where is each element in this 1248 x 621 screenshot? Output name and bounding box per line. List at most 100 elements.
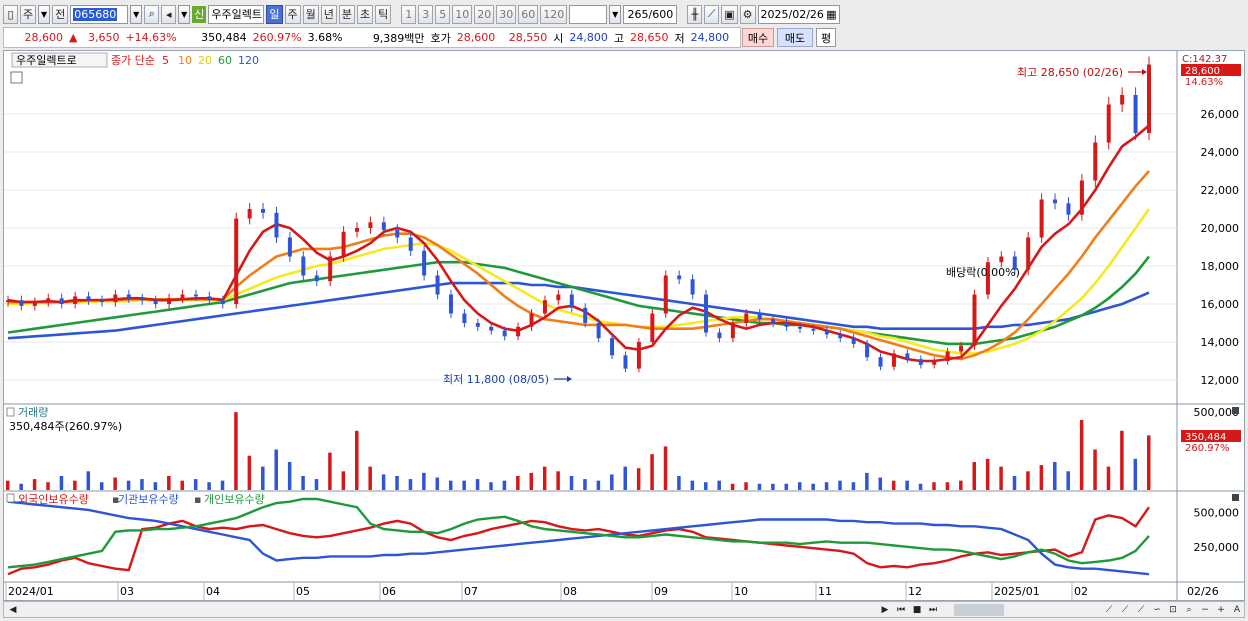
x-tick-label: 06 [382, 585, 396, 598]
period-year[interactable]: 년 [320, 4, 337, 24]
draw-tool-icon[interactable]: ⟋ [1134, 603, 1148, 617]
calculator-icon[interactable] [10, 71, 23, 84]
zoom-in-icon[interactable]: + [1214, 603, 1228, 617]
code-dropdown[interactable]: ▼ [130, 4, 143, 24]
period-second[interactable]: 초 [357, 4, 374, 24]
x-tick-label: 05 [296, 585, 310, 598]
x-tick-label: 03 [120, 585, 134, 598]
save-icon[interactable]: ▣ [721, 4, 738, 24]
prev-button[interactable]: 전 [52, 4, 69, 24]
interval-5[interactable]: 5 [435, 4, 451, 24]
scroll-thumb[interactable] [954, 604, 1004, 616]
candle-body [167, 298, 172, 304]
period-minute[interactable]: 분 [338, 4, 355, 24]
candle-body [234, 218, 239, 304]
candle-body [99, 300, 104, 303]
gear-icon[interactable]: ⚙ [739, 4, 756, 24]
search-icon[interactable]: ⌕ [144, 4, 160, 24]
chart-area[interactable]: 12,000 14,000 16,000 18,000 20,000 22,000 24,0… [3, 50, 1245, 601]
draw-tool-icon[interactable]: ⟋ [704, 4, 720, 24]
volume-bar [59, 475, 64, 490]
high-label: 고 [613, 31, 625, 45]
candle-body [59, 298, 64, 304]
speaker-icon[interactable]: ◂ [161, 4, 177, 24]
scroll-right-icon[interactable]: ▶ [878, 603, 892, 617]
volume-bar [516, 475, 520, 490]
chevron-down-icon[interactable]: ▼ [38, 4, 51, 24]
candle-body [1066, 203, 1071, 215]
candle-icon[interactable]: ╫ [687, 4, 703, 24]
interval-120[interactable]: 120 [540, 4, 568, 24]
zoom-box-icon[interactable]: ⊡ [1166, 603, 1180, 617]
period-month[interactable]: 월 [302, 4, 319, 24]
pane-close-icon[interactable] [1232, 407, 1239, 414]
interval-60[interactable]: 60 [518, 4, 539, 24]
low-price: 24,800 [690, 31, 730, 44]
page-count-box[interactable]: 265/600 [623, 4, 678, 24]
period-tick[interactable]: 틱 [375, 4, 392, 24]
volume-bar [153, 482, 158, 490]
volume-value: 350,484주(260.97%) [9, 420, 122, 433]
calendar-icon[interactable]: ▦ [826, 8, 836, 21]
candle-body [757, 313, 762, 320]
volume-bar [355, 430, 359, 490]
pane-toggle-icon[interactable] [6, 493, 15, 503]
candle-body [717, 332, 722, 339]
volume-bar [368, 466, 372, 490]
volume-bar [636, 468, 641, 490]
menu-button[interactable]: 주 [20, 4, 37, 24]
draw-trend-icon[interactable]: ⟋ [1118, 603, 1132, 617]
zoom-icon[interactable]: ⌕ [1182, 603, 1196, 617]
pane-close-icon[interactable] [1232, 494, 1239, 501]
volume-bar [529, 472, 534, 490]
candle-body [1026, 237, 1031, 270]
candle-body [690, 279, 695, 295]
volume-bar [650, 454, 654, 490]
volume-bar [596, 480, 601, 490]
volume-bar [314, 479, 319, 490]
pane-toggle-icon[interactable] [6, 407, 15, 417]
volume-bar [247, 455, 252, 490]
speaker-dropdown[interactable]: ▼ [178, 4, 191, 24]
interval-dropdown[interactable]: ▼ [609, 4, 622, 24]
interval-1[interactable]: 1 [401, 4, 417, 24]
stock-code-input[interactable]: 065680 [70, 4, 129, 24]
volume-bar [569, 475, 574, 490]
candle-body [797, 326, 802, 329]
horizontal-scrollbar[interactable]: ◀ ▶ ⏮ ■ ⏭ ⟋ ⟋ ⟋ ∽ ⊡ ⌕ − + A [3, 601, 1245, 618]
rewind-icon[interactable]: ⏮ [894, 603, 908, 617]
volume-bar [878, 477, 883, 490]
candle-body [502, 330, 507, 337]
interval-10[interactable]: 10 [452, 4, 473, 24]
candle-body [999, 256, 1004, 263]
date-field[interactable]: 2025/02/26 ▦ [757, 4, 840, 24]
avg-button[interactable]: 평 [816, 28, 836, 47]
period-week[interactable]: 주 [284, 4, 301, 24]
buy-button[interactable]: 매수 [742, 28, 774, 47]
sell-button[interactable]: 매도 [777, 28, 813, 47]
volume-bar [207, 482, 211, 490]
layout-icon[interactable]: ▯ [3, 4, 18, 24]
candle-body [824, 330, 829, 335]
legend-ma-20: 20 [198, 54, 212, 67]
fast-forward-icon[interactable]: ⏭ [926, 603, 940, 617]
legend-ma-10: 10 [178, 54, 192, 67]
volume-bar [1026, 471, 1030, 490]
zoom-out-icon[interactable]: − [1198, 603, 1212, 617]
price-y-tick: 24,000 [1201, 146, 1240, 159]
interval-20[interactable]: 20 [474, 4, 495, 24]
chart-svg[interactable]: 12,000 14,000 16,000 18,000 20,000 22,000 24,0… [4, 51, 1244, 600]
x-tick-label: 04 [206, 585, 220, 598]
link-icon[interactable]: ∽ [1150, 603, 1164, 617]
candle-body [435, 275, 440, 295]
auto-scale-icon[interactable]: A [1230, 603, 1244, 617]
interval-input[interactable] [569, 4, 608, 24]
volume-bar [1079, 419, 1084, 490]
draw-line-icon[interactable]: ⟋ [1102, 603, 1116, 617]
stop-icon[interactable]: ■ [910, 603, 924, 617]
volume-bar [1039, 465, 1044, 490]
scroll-left-icon[interactable]: ◀ [6, 603, 20, 617]
interval-3[interactable]: 3 [418, 4, 434, 24]
period-day[interactable]: 일 [266, 4, 283, 24]
interval-30[interactable]: 30 [496, 4, 517, 24]
